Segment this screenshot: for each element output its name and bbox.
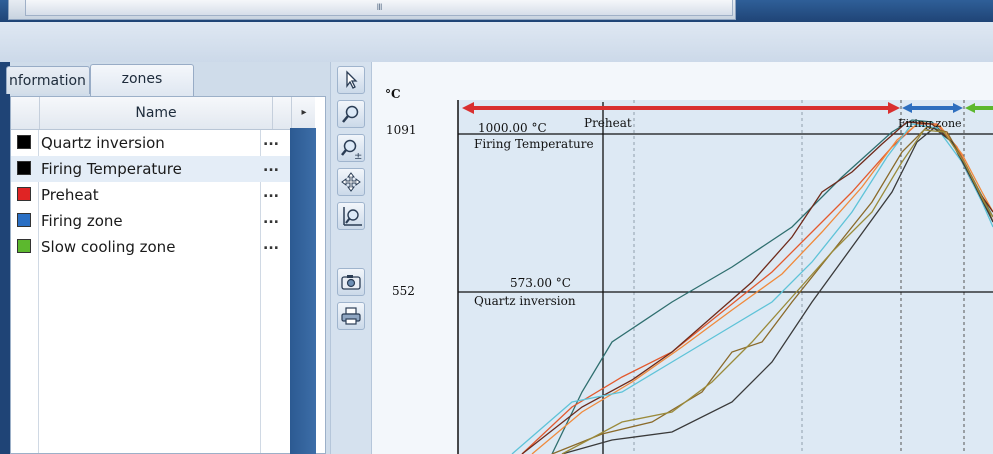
column-scroll-right-icon[interactable]: ▸ bbox=[291, 97, 316, 129]
row-more-button[interactable]: ... bbox=[263, 182, 279, 208]
chart-toolbar: ± bbox=[330, 62, 372, 454]
tab-zones[interactable]: zones bbox=[90, 64, 194, 96]
color-swatch[interactable] bbox=[17, 187, 31, 201]
row-more-button[interactable]: ... bbox=[263, 208, 279, 234]
row-more-button[interactable]: ... bbox=[263, 234, 279, 260]
zone-row-firing-zone[interactable]: Firing zone ... bbox=[11, 208, 291, 234]
firing-temperature-label: Firing Temperature bbox=[474, 137, 594, 151]
scrollbar-track[interactable]: III bbox=[8, 0, 736, 20]
zoom-icon[interactable] bbox=[337, 100, 365, 128]
preheat-zone-label: Preheat bbox=[584, 116, 632, 130]
top-horizontal-scrollbar[interactable]: III bbox=[0, 0, 993, 22]
camera-icon[interactable] bbox=[337, 268, 365, 296]
firing-zone-label: Firing zone bbox=[898, 117, 962, 130]
panel-splitter[interactable] bbox=[290, 128, 316, 454]
zoom-plus-minus-icon[interactable]: ± bbox=[337, 134, 365, 162]
zone-name: Quartz inversion bbox=[41, 134, 165, 152]
temperature-chart[interactable]: °C 1091 552 Preheat Firing zone 1000.00 … bbox=[372, 62, 993, 454]
zone-name: Firing zone bbox=[41, 212, 123, 230]
pointer-icon[interactable] bbox=[337, 66, 365, 94]
toolbar-band bbox=[0, 22, 993, 63]
zone-name: Preheat bbox=[41, 186, 99, 204]
print-icon[interactable] bbox=[337, 302, 365, 330]
grid-header: Name ▸ bbox=[11, 97, 315, 130]
tabs-strip: nformation zones bbox=[6, 62, 330, 96]
grid-body: Quartz inversion ... Firing Temperature … bbox=[11, 130, 291, 453]
row-more-button[interactable]: ... bbox=[263, 156, 279, 182]
color-swatch[interactable] bbox=[17, 161, 31, 175]
pan-icon[interactable] bbox=[337, 168, 365, 196]
left-edge-panel bbox=[0, 62, 10, 454]
color-swatch[interactable] bbox=[17, 135, 31, 149]
zones-grid: Name ▸ Quartz inversion ... Firing Tempe… bbox=[10, 96, 326, 454]
zone-name: Firing Temperature bbox=[41, 160, 182, 178]
quartz-inversion-label: Quartz inversion bbox=[474, 294, 576, 308]
firing-temperature-value: 1000.00 °C bbox=[478, 121, 547, 135]
column-header-name[interactable]: Name bbox=[39, 97, 273, 129]
quartz-inversion-value: 573.00 °C bbox=[510, 276, 571, 290]
zone-row-slow-cooling-zone[interactable]: Slow cooling zone ... bbox=[11, 234, 291, 260]
color-swatch[interactable] bbox=[17, 239, 31, 253]
zoom-fit-icon[interactable] bbox=[337, 202, 365, 230]
zone-row-firing-temperature[interactable]: Firing Temperature ... bbox=[11, 156, 291, 182]
zone-row-preheat[interactable]: Preheat ... bbox=[11, 182, 291, 208]
row-more-button[interactable]: ... bbox=[263, 130, 279, 156]
tab-information[interactable]: nformation bbox=[6, 66, 90, 94]
scrollbar-thumb[interactable]: III bbox=[25, 0, 733, 16]
zone-name: Slow cooling zone bbox=[41, 238, 176, 256]
color-swatch[interactable] bbox=[17, 213, 31, 227]
svg-text:±: ± bbox=[354, 151, 362, 160]
zone-row-quartz-inversion[interactable]: Quartz inversion ... bbox=[11, 130, 291, 156]
